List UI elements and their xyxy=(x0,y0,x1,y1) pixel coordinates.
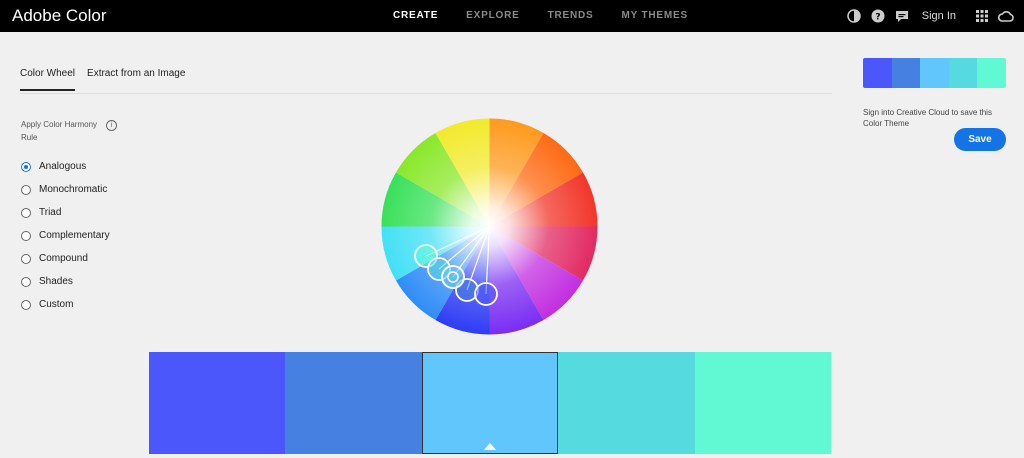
harmony-rule-label: Apply Color Harmony Rule xyxy=(21,120,98,142)
rule-label: Triad xyxy=(39,207,62,218)
tab-divider xyxy=(20,93,832,94)
save-button[interactable]: Save xyxy=(954,128,1006,151)
radio-icon[interactable] xyxy=(21,207,31,218)
rule-shades[interactable]: Shades xyxy=(21,270,110,293)
nav-my-themes[interactable]: MY THEMES xyxy=(621,10,687,21)
base-color-marker-icon xyxy=(483,443,496,450)
apps-grid-icon[interactable] xyxy=(974,8,990,24)
rule-compound[interactable]: Compound xyxy=(21,247,110,270)
theme-preview[interactable] xyxy=(863,58,1006,88)
color-handle-base[interactable] xyxy=(441,265,465,289)
radio-icon[interactable] xyxy=(21,230,31,241)
color-swatch-1[interactable] xyxy=(149,352,286,454)
svg-text:?: ? xyxy=(875,13,880,23)
color-swatch-5[interactable] xyxy=(694,352,831,454)
rule-label: Shades xyxy=(39,276,73,287)
header-actions: ? Sign In xyxy=(838,0,1024,32)
rule-monochromatic[interactable]: Monochromatic xyxy=(21,178,110,201)
color-blind-safe-icon[interactable] xyxy=(846,8,862,24)
rule-triad[interactable]: Triad xyxy=(21,201,110,224)
preview-swatch-2 xyxy=(891,58,921,88)
rule-label: Custom xyxy=(39,299,74,310)
main-nav: CREATE EXPLORE TRENDS MY THEMES xyxy=(393,10,716,21)
color-swatch-4[interactable] xyxy=(558,352,695,454)
creative-cloud-icon[interactable] xyxy=(998,8,1014,24)
mode-tabs: Color Wheel Extract from an Image xyxy=(20,68,197,91)
rule-complementary[interactable]: Complementary xyxy=(21,224,110,247)
preview-swatch-4 xyxy=(948,58,978,88)
nav-explore[interactable]: EXPLORE xyxy=(466,10,519,21)
radio-icon[interactable] xyxy=(21,184,31,195)
nav-trends[interactable]: TRENDS xyxy=(548,10,594,21)
help-icon[interactable]: ? xyxy=(870,8,886,24)
sign-in-link[interactable]: Sign In xyxy=(922,10,956,22)
rule-analogous[interactable]: Analogous xyxy=(21,155,110,178)
tab-color-wheel[interactable]: Color Wheel xyxy=(20,68,76,91)
preview-swatch-1 xyxy=(863,58,892,88)
rule-custom[interactable]: Custom xyxy=(21,293,110,316)
color-swatch-3[interactable] xyxy=(421,352,559,454)
feedback-icon[interactable] xyxy=(894,8,910,24)
color-swatch-2[interactable] xyxy=(285,352,422,454)
preview-swatch-5 xyxy=(977,58,1006,88)
radio-checked-icon[interactable] xyxy=(21,161,31,172)
color-wheel[interactable] xyxy=(381,118,598,335)
info-icon[interactable]: i xyxy=(106,120,117,131)
top-bar: Adobe Color CREATE EXPLORE TRENDS MY THE… xyxy=(0,0,1024,32)
nav-create[interactable]: CREATE xyxy=(393,10,438,21)
app-title[interactable]: Adobe Color xyxy=(12,6,107,26)
radio-icon[interactable] xyxy=(21,299,31,310)
preview-swatch-3 xyxy=(920,58,949,88)
tab-extract-from-image[interactable]: Extract from an Image xyxy=(87,68,185,91)
theme-swatches xyxy=(149,352,831,454)
harmony-rules-list: Analogous Monochromatic Triad Complement… xyxy=(21,155,110,316)
rule-label: Complementary xyxy=(39,230,110,241)
rule-label: Monochromatic xyxy=(39,184,108,195)
rule-label: Analogous xyxy=(39,161,87,172)
save-prompt-text: Sign into Creative Cloud to save this Co… xyxy=(863,108,992,127)
radio-icon[interactable] xyxy=(21,276,31,287)
radio-icon[interactable] xyxy=(21,253,31,264)
color-handle-5[interactable] xyxy=(474,282,498,306)
rule-label: Compound xyxy=(39,253,88,264)
